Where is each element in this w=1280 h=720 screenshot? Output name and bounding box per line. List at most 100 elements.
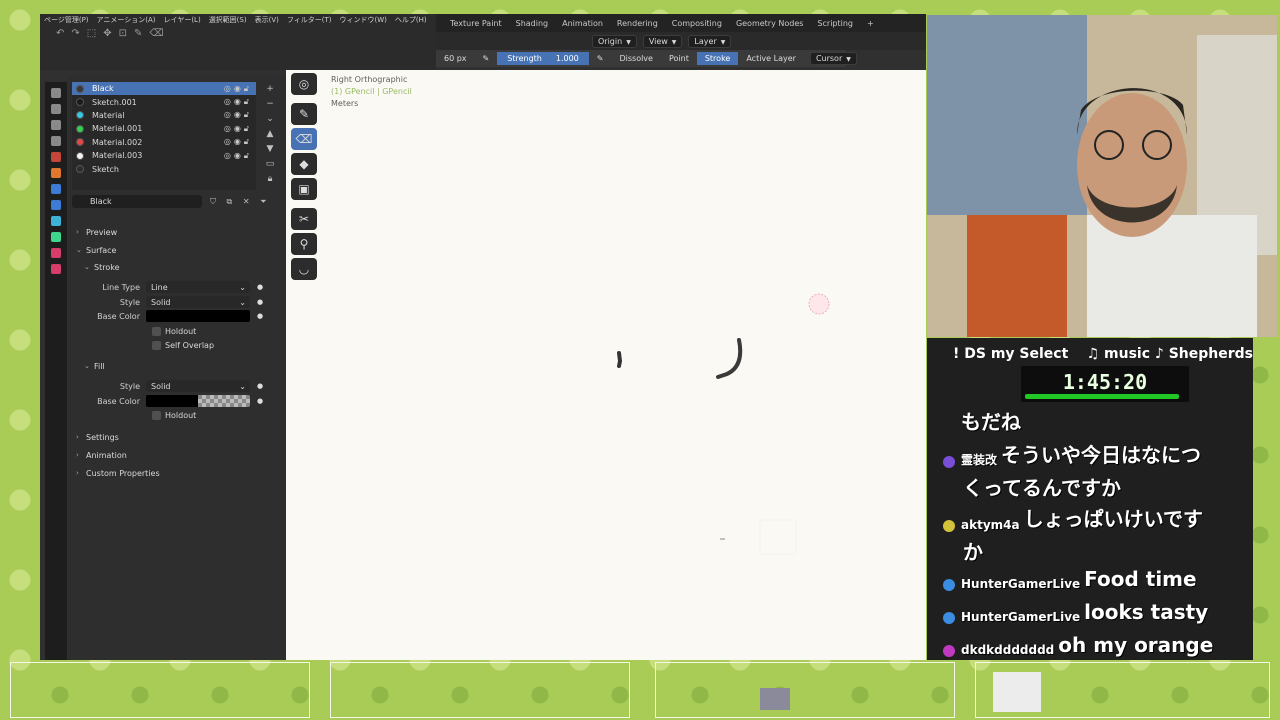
add-workspace-button[interactable]: + [867,19,874,28]
add-slot-icon[interactable]: + [263,82,277,97]
curve-tool[interactable]: ◡ [291,258,317,280]
menu-item[interactable]: ウィンドウ(W) [339,15,386,25]
surface-section[interactable]: ⌄ Surface [68,242,286,258]
active-layer-toggle[interactable]: Active Layer [738,52,804,65]
drawing-canvas[interactable] [286,70,926,660]
remove-slot-icon[interactable]: − [263,97,277,112]
texture-tab-icon[interactable] [51,264,61,274]
material-slot[interactable]: Material ◎◉🔓︎ [72,109,256,122]
origin-dropdown[interactable]: Origin ▼ [592,34,637,48]
output-tab-icon[interactable] [51,120,61,130]
view-layer-tab-icon[interactable] [51,136,61,146]
layer-dropdown[interactable]: Layer ▼ [688,34,732,48]
keyframe-dot-icon[interactable]: ● [257,298,263,306]
material-slot[interactable]: Material.002 ◎◉🔓︎ [72,136,256,149]
material-selector[interactable]: Black ⛉ ⧉ ✕ ⏷ [72,194,284,209]
menu-item[interactable]: ページ管理(P) [44,15,89,25]
holdout-checkbox[interactable]: Holdout [152,324,196,338]
keyframe-dot-icon[interactable]: ● [257,397,263,405]
effects-tab-icon[interactable] [51,200,61,210]
fill-tool[interactable]: ◆ [291,153,317,175]
menu-item[interactable]: 選択範囲(S) [209,15,247,25]
draw-tool[interactable]: ✎ [291,103,317,125]
hide-icon[interactable]: ▭ [263,157,277,172]
grease-pencil-viewport[interactable]: ◎ ✎ ⌫ ◆ ▣ ✂ ⚲ ◡ Right Orthographic (1) G… [286,70,926,660]
visibility-lock-icons[interactable]: ◎◉🔓︎ [224,137,252,147]
material-slot[interactable]: Sketch.001 ◎◉🔓︎ [72,95,256,108]
fill-base-color-swatch[interactable] [146,395,250,407]
stroke-section[interactable]: ⌄ Stroke [68,259,286,275]
move-icon[interactable]: ✥ [103,28,111,39]
menu-item[interactable]: フィルター(T) [287,15,332,25]
brush-icon[interactable]: ✎ [134,28,142,39]
tab-animation[interactable]: Animation [562,19,603,28]
checkbox[interactable] [152,410,161,420]
mode-dissolve[interactable]: Dissolve [611,52,661,65]
animation-section[interactable]: › Animation [68,447,286,463]
redo-icon[interactable]: ↷ [71,28,79,39]
tab-compositing[interactable]: Compositing [672,19,722,28]
chevron-down-icon[interactable]: ⌄ [263,112,277,127]
material-slot[interactable]: Material.003 ◎◉🔓︎ [72,149,256,162]
tab-geometry-nodes[interactable]: Geometry Nodes [736,19,803,28]
select-circle-tool[interactable]: ◎ [291,73,317,95]
pressure-icon[interactable]: ✎ [475,52,498,65]
undo-icon[interactable]: ↶ [56,28,64,39]
transform-icon[interactable]: ⊡ [119,28,127,39]
checkbox[interactable] [152,340,161,350]
close-icon[interactable]: ✕ [243,197,254,206]
lock-icon[interactable]: 🔒︎ [263,172,277,187]
radius-field[interactable]: 60 px [436,52,475,65]
box-tool[interactable]: ▣ [291,178,317,200]
tool-tab-icon[interactable] [51,88,61,98]
visibility-lock-icons[interactable]: ◎◉🔓︎ [224,110,252,120]
cursor-dropdown[interactable]: Cursor ▼ [809,52,857,65]
visibility-lock-icons[interactable]: ◎◉🔓︎ [224,84,252,94]
base-color-swatch[interactable] [146,310,250,322]
material-slot[interactable]: Sketch [72,162,256,175]
visibility-lock-icons[interactable]: ◎◉🔓︎ [224,97,252,107]
tab-texture-paint[interactable]: Texture Paint [450,19,502,28]
mode-stroke[interactable]: Stroke [696,52,739,65]
custom-properties-section[interactable]: › Custom Properties [68,465,286,481]
erase-tool[interactable]: ⌫ [291,128,317,150]
material-tab-icon[interactable] [51,248,61,258]
style-select[interactable]: Solid ⌄ [146,296,250,308]
line-type-select[interactable]: Line ⌄ [146,281,250,293]
eraser-icon[interactable]: ⌫ [149,28,163,39]
keyframe-dot-icon[interactable]: ● [257,312,263,320]
modifier-tab-icon[interactable] [51,184,61,194]
cutter-tool[interactable]: ✂ [291,208,317,230]
menu-item[interactable]: アニメーション(A) [97,15,156,25]
checkbox[interactable] [152,326,161,336]
select-icon[interactable]: ⬚ [87,28,96,39]
self-overlap-checkbox[interactable]: Self Overlap [152,338,214,352]
copy-icon[interactable]: ⧉ [227,197,237,206]
tab-scripting[interactable]: Scripting [817,19,853,28]
settings-section[interactable]: › Settings [68,429,286,445]
mode-point[interactable]: Point [661,52,697,65]
view-dropdown[interactable]: View ▼ [642,34,683,48]
tab-rendering[interactable]: Rendering [617,19,658,28]
preview-section[interactable]: › Preview [68,224,286,240]
menu-item[interactable]: ヘルプ(H) [395,15,427,25]
menu-item[interactable]: 表示(V) [255,15,279,25]
eyedropper-tool[interactable]: ⚲ [291,233,317,255]
fill-style-select[interactable]: Solid ⌄ [146,380,250,392]
strength-pressure-icon[interactable]: ✎ [589,52,612,65]
render-tab-icon[interactable] [51,104,61,114]
object-tab-icon[interactable] [51,168,61,178]
material-name-field[interactable]: Black [72,195,202,208]
tab-shading[interactable]: Shading [516,19,549,28]
data-tab-icon[interactable] [51,232,61,242]
material-slot[interactable]: Black ◎◉🔓︎ [72,82,256,96]
visibility-lock-icons[interactable]: ◎◉🔓︎ [224,151,252,161]
visibility-lock-icons[interactable]: ◎◉🔓︎ [224,124,252,134]
fill-holdout-checkbox[interactable]: Holdout [152,408,196,422]
move-up-icon[interactable]: ▲ [263,127,277,142]
keyframe-dot-icon[interactable]: ● [257,283,263,291]
fill-section[interactable]: ⌄ Fill [68,358,286,374]
move-down-icon[interactable]: ▼ [263,142,277,157]
keyframe-dot-icon[interactable]: ● [257,382,263,390]
physics-tab-icon[interactable] [51,216,61,226]
